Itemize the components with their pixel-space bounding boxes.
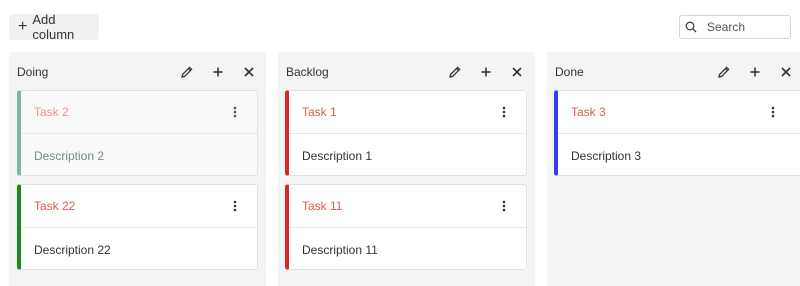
column-header: Doing: [9, 52, 266, 90]
card-description: Description 11: [302, 243, 378, 257]
card-title: Task 22: [34, 199, 76, 213]
card-divider: [558, 133, 800, 134]
more-options-icon[interactable]: [499, 198, 509, 214]
column-header: Done: [547, 52, 800, 90]
card-title: Task 11: [302, 199, 343, 213]
add-card-icon[interactable]: [478, 64, 494, 80]
card-description: Description 22: [34, 243, 111, 257]
column-backlog: Backlog Task 1 Description 1 Task 11 Des…: [278, 52, 535, 286]
card-description: Description 3: [571, 149, 642, 163]
close-icon[interactable]: [509, 64, 525, 80]
edit-icon[interactable]: [447, 64, 463, 80]
add-card-icon[interactable]: [210, 64, 226, 80]
edit-icon[interactable]: [716, 64, 732, 80]
card-description: Description 2: [34, 149, 105, 163]
close-icon[interactable]: [778, 64, 794, 80]
card[interactable]: Task 2 Description 2: [17, 90, 258, 176]
close-icon[interactable]: [241, 64, 257, 80]
column-doing: Doing Task 2 Description 2 Task 22 Descr…: [9, 52, 266, 286]
column-header: Backlog: [278, 52, 535, 90]
card-divider: [21, 227, 257, 228]
card[interactable]: Task 3 Description 3: [554, 90, 800, 176]
column-title: Done: [555, 65, 584, 79]
more-options-icon[interactable]: [230, 104, 240, 120]
column-title: Doing: [17, 65, 49, 79]
card-title: Task 2: [34, 105, 69, 119]
add-column-label: Add column: [32, 12, 75, 42]
card-divider: [289, 133, 526, 134]
search-placeholder: Search: [707, 20, 746, 34]
more-options-icon[interactable]: [230, 198, 240, 214]
card[interactable]: Task 11 Description 11: [285, 184, 527, 270]
more-options-icon[interactable]: [768, 104, 778, 120]
plus-icon: +: [18, 18, 28, 35]
add-card-icon[interactable]: [747, 64, 763, 80]
search-input[interactable]: Search: [679, 15, 791, 39]
column-done: Done Task 3 Description 3: [547, 52, 800, 286]
card-divider: [21, 133, 257, 134]
card-divider: [289, 227, 526, 228]
card-title: Task 1: [302, 105, 337, 119]
add-column-button[interactable]: + Add column: [9, 12, 99, 42]
card-title: Task 3: [571, 105, 606, 119]
edit-icon[interactable]: [179, 64, 195, 80]
more-options-icon[interactable]: [499, 104, 509, 120]
card[interactable]: Task 22 Description 22: [17, 184, 258, 270]
card-description: Description 1: [302, 149, 373, 163]
search-icon: [685, 21, 697, 33]
toolbar: + Add column Search: [0, 0, 800, 52]
column-title: Backlog: [286, 65, 329, 79]
card[interactable]: Task 1 Description 1: [285, 90, 527, 176]
